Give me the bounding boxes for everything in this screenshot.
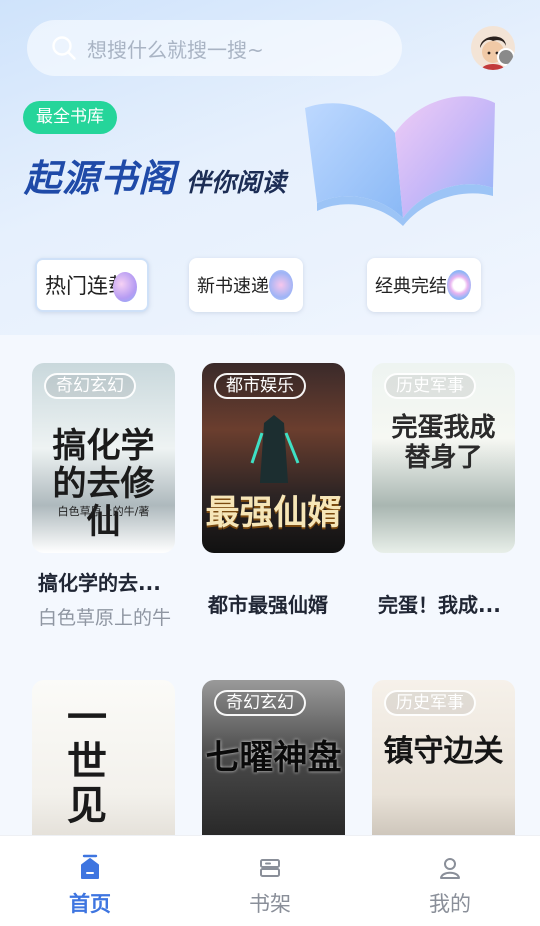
genre-tag: 奇幻玄幻 [214, 690, 306, 716]
book-title: 搞化学的去... [38, 571, 161, 595]
category-orb-icon [113, 272, 137, 302]
cover-title: 镇守边关 [383, 734, 504, 769]
book-author: 白色草原上的牛 [38, 607, 172, 629]
genre-tag: 历史军事 [384, 690, 476, 716]
tab-label: 我的 [429, 892, 471, 916]
book-card[interactable]: 历史军事 完蛋我成替身了 完蛋！我成... [372, 363, 515, 618]
category-completed-classics[interactable]: 经典完结 [367, 258, 481, 312]
tab-profile[interactable]: 我的 [360, 836, 540, 926]
book-card[interactable]: 奇幻玄幻 搞化学的去修仙 白色草原上的牛/著 搞化学的去... 白色草原上的牛 [32, 363, 175, 633]
book-title: 都市最强仙婿 [208, 593, 328, 617]
cover-title: 完蛋我成替身了 [391, 413, 496, 473]
genre-tag: 奇幻玄幻 [44, 373, 136, 399]
search-bar[interactable]: 想搜什么就搜一搜~ [27, 20, 402, 76]
book-title: 完蛋！我成... [378, 593, 501, 617]
cover-author: 白色草原上的牛/著 [57, 505, 150, 518]
tab-home[interactable]: 首页 [0, 836, 180, 926]
book-cover: 奇幻玄幻 搞化学的去修仙 白色草原上的牛/著 [32, 363, 175, 553]
profile-icon [440, 858, 460, 879]
category-butterfly-icon [269, 270, 293, 300]
library-badge: 最全书库 [23, 101, 117, 134]
avatar-status-icon [497, 48, 515, 66]
open-book-illustration [305, 96, 495, 226]
avatar[interactable] [471, 26, 515, 70]
book-card[interactable]: 都市娱乐 最强仙婿 都市最强仙婿 [202, 363, 345, 618]
tab-label: 首页 [69, 892, 111, 916]
cover-title: 搞化学的去修仙 [52, 426, 155, 542]
genre-tag: 历史军事 [384, 373, 476, 399]
category-ring-icon [447, 270, 471, 300]
category-new-books[interactable]: 新书速递 [189, 258, 303, 312]
cover-title: 最强仙婿 [205, 493, 342, 533]
tab-label: 书架 [249, 892, 291, 916]
cover-title: 一世见 [67, 694, 107, 829]
brand-tagline: 伴你阅读 [186, 168, 287, 197]
search-icon [52, 36, 76, 60]
brand-name: 起源书阁 [24, 157, 176, 200]
brand-slogan: 起源书阁 伴你阅读 [24, 148, 287, 200]
category-hot-serial[interactable]: 热门连载 [35, 258, 149, 312]
tab-bookshelf[interactable]: 书架 [180, 836, 360, 926]
home-icon [81, 854, 99, 879]
category-label: 经典完结 [375, 276, 447, 297]
bottom-tab-bar: 首页 书架 我的 [0, 835, 540, 926]
book-cover: 都市娱乐 最强仙婿 [202, 363, 345, 553]
bookshelf-icon [260, 859, 280, 877]
book-cover: 历史军事 完蛋我成替身了 [372, 363, 515, 553]
search-placeholder: 想搜什么就搜一搜~ [87, 37, 264, 62]
cover-title: 七曜神盘 [205, 738, 342, 778]
category-label: 新书速递 [197, 276, 269, 297]
